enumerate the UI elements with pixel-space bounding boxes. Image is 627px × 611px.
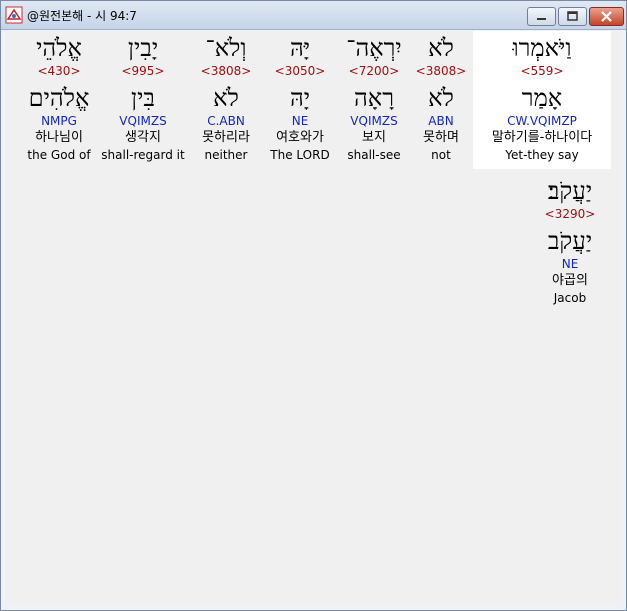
morphology-code: C.ABN xyxy=(207,114,245,128)
strong-number[interactable]: <559> xyxy=(477,63,607,79)
korean-gloss: 못하며 xyxy=(423,130,459,145)
morphology-code: NMPG xyxy=(41,114,77,128)
strong-number[interactable]: <430> xyxy=(25,63,93,79)
hebrew-lemma: יַעֲקֹב xyxy=(547,227,593,255)
hebrew-lemma: אֱלֹהִים xyxy=(28,84,90,112)
close-icon xyxy=(601,11,612,22)
english-gloss: Jacob xyxy=(553,291,587,305)
app-window: @원전본해 - 시 94:7 וַיֹּאמְרוּ <559> אָמַר C… xyxy=(0,0,627,611)
strong-number[interactable]: <3290> xyxy=(537,206,603,222)
strong-number[interactable]: <3050> xyxy=(267,63,333,79)
morphology-code: VQIMZS xyxy=(350,114,398,128)
word-column[interactable]: יָבִין <995> בִּין VQIMZS 생각지 shall-rega… xyxy=(101,33,185,163)
korean-gloss: 보지 xyxy=(362,130,386,145)
hebrew-lemma: לֹא xyxy=(428,84,454,112)
word-column[interactable]: יִרְאֶה־ <7200> רָאָה VQIMZS 보지 shall-se… xyxy=(339,33,409,163)
strong-number[interactable]: <7200> xyxy=(339,63,409,79)
hebrew-lemma: לֹא xyxy=(213,84,239,112)
morphology-code: CW.VQIMZP xyxy=(507,114,577,128)
hebrew-lemma: יָהּ xyxy=(289,84,311,112)
english-gloss: shall-regard it xyxy=(101,148,185,162)
word-column[interactable]: וְלֹא־ <3808> לֹא C.ABN 못하리라 neither xyxy=(195,33,257,163)
english-gloss: not xyxy=(431,148,451,162)
hebrew-word: יָּהּ xyxy=(289,34,311,62)
english-gloss: Yet-they say xyxy=(505,148,579,162)
word-column[interactable]: יַעֲקֹב׃ <3290> יַעֲקֹב NE 야곱의 Jacob xyxy=(537,176,603,306)
minimize-button[interactable] xyxy=(527,7,556,26)
window-title: @원전본해 - 시 94:7 xyxy=(27,9,137,23)
word-column[interactable]: אֱלֹהֵי <430> אֱלֹהִים NMPG 하나님이 the God… xyxy=(25,33,93,163)
hebrew-word: יִרְאֶה־ xyxy=(346,34,402,62)
interlinear-view: וַיֹּאמְרוּ <559> אָמַר CW.VQIMZP 말하기를-하… xyxy=(5,31,622,606)
title-bar[interactable]: @원전본해 - 시 94:7 xyxy=(1,1,626,30)
hebrew-lemma: אָמַר xyxy=(521,84,563,112)
hebrew-word: וַיֹּאמְרוּ xyxy=(512,34,572,62)
maximize-icon xyxy=(567,11,578,21)
korean-gloss: 생각지 xyxy=(125,130,161,145)
word-column[interactable]: לֹא <3808> לֹא ABN 못하며 not xyxy=(413,33,469,163)
hebrew-lemma: רָאָה xyxy=(354,84,394,112)
morphology-code: VQIMZS xyxy=(119,114,167,128)
hebrew-word: יָבִין xyxy=(127,34,159,62)
hebrew-word: לֹא xyxy=(428,34,454,62)
hebrew-word: אֱלֹהֵי xyxy=(36,34,82,62)
morphology-code: NE xyxy=(291,114,309,128)
strong-number[interactable]: <3808> xyxy=(413,63,469,79)
hebrew-word: וְלֹא־ xyxy=(205,34,247,62)
english-gloss: neither xyxy=(204,148,248,162)
hebrew-word: יַעֲקֹב׃ xyxy=(547,177,593,205)
english-gloss: the God of xyxy=(27,148,91,162)
strong-number[interactable]: <995> xyxy=(101,63,185,79)
english-gloss: shall-see xyxy=(347,148,401,162)
korean-gloss: 여호와가 xyxy=(276,130,324,145)
maximize-button[interactable] xyxy=(558,7,587,26)
english-gloss: The LORD xyxy=(270,148,330,162)
korean-gloss: 못하리라 xyxy=(202,130,250,145)
morphology-code: NE xyxy=(561,257,579,271)
hebrew-lemma: בִּין xyxy=(131,84,155,112)
morphology-code: ABN xyxy=(428,114,454,128)
word-column[interactable]: וַיֹּאמְרוּ <559> אָמַר CW.VQIMZP 말하기를-하… xyxy=(477,33,607,163)
strong-number[interactable]: <3808> xyxy=(195,63,257,79)
app-icon[interactable] xyxy=(5,6,23,24)
korean-gloss: 말하기를-하나이다 xyxy=(491,130,593,145)
word-column[interactable]: יָּהּ <3050> יָהּ NE 여호와가 The LORD xyxy=(267,33,333,163)
close-button[interactable] xyxy=(589,7,624,26)
minimize-icon xyxy=(537,18,546,20)
korean-gloss: 야곱의 xyxy=(552,273,588,288)
korean-gloss: 하나님이 xyxy=(35,130,83,145)
